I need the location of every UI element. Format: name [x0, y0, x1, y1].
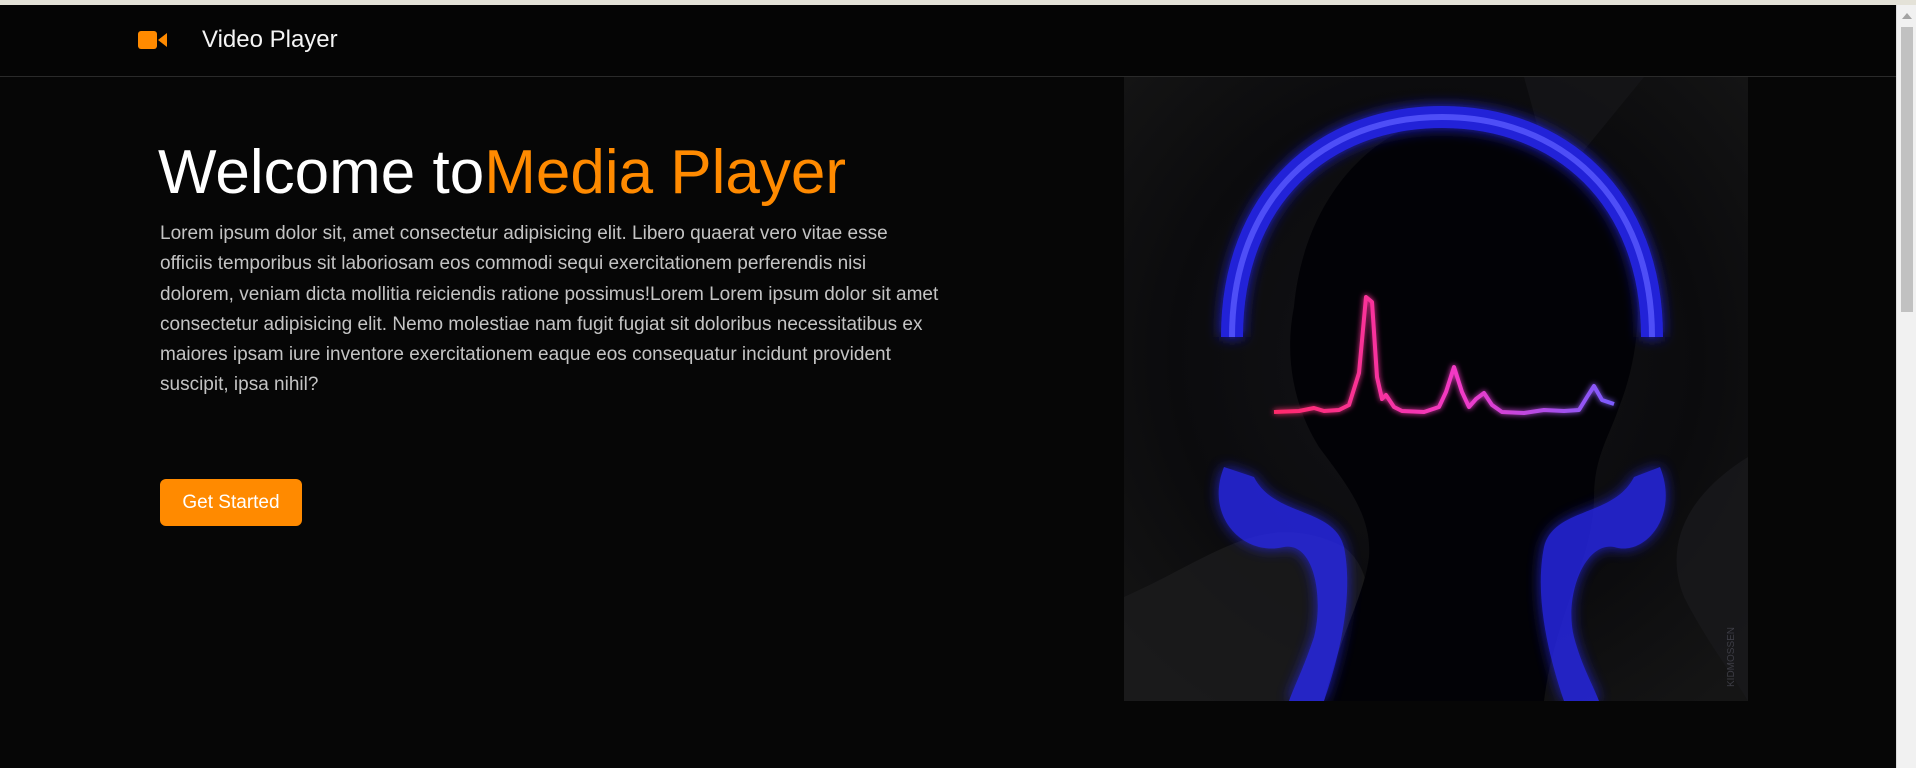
navbar: Video Player: [0, 5, 1896, 77]
hero-title-accent: Media Player: [484, 138, 847, 207]
get-started-button[interactable]: Get Started: [160, 479, 302, 526]
headphones-heartbeat-illustration: KIDMOSSEN: [1124, 77, 1748, 702]
hero-description: Lorem ipsum dolor sit, amet consectetur …: [160, 223, 939, 396]
video-camera-icon[interactable]: [138, 29, 168, 51]
image-signature: KIDMOSSEN: [1726, 627, 1737, 687]
hero-title: Welcome toMedia Player: [158, 136, 846, 210]
hero-title-prefix: Welcome to: [158, 138, 485, 207]
scrollbar-thumb[interactable]: [1901, 27, 1913, 312]
scroll-up-arrow-icon[interactable]: [1902, 13, 1912, 19]
page-scrollbar[interactable]: [1896, 5, 1916, 768]
nav-brand[interactable]: Video Player: [202, 25, 338, 55]
